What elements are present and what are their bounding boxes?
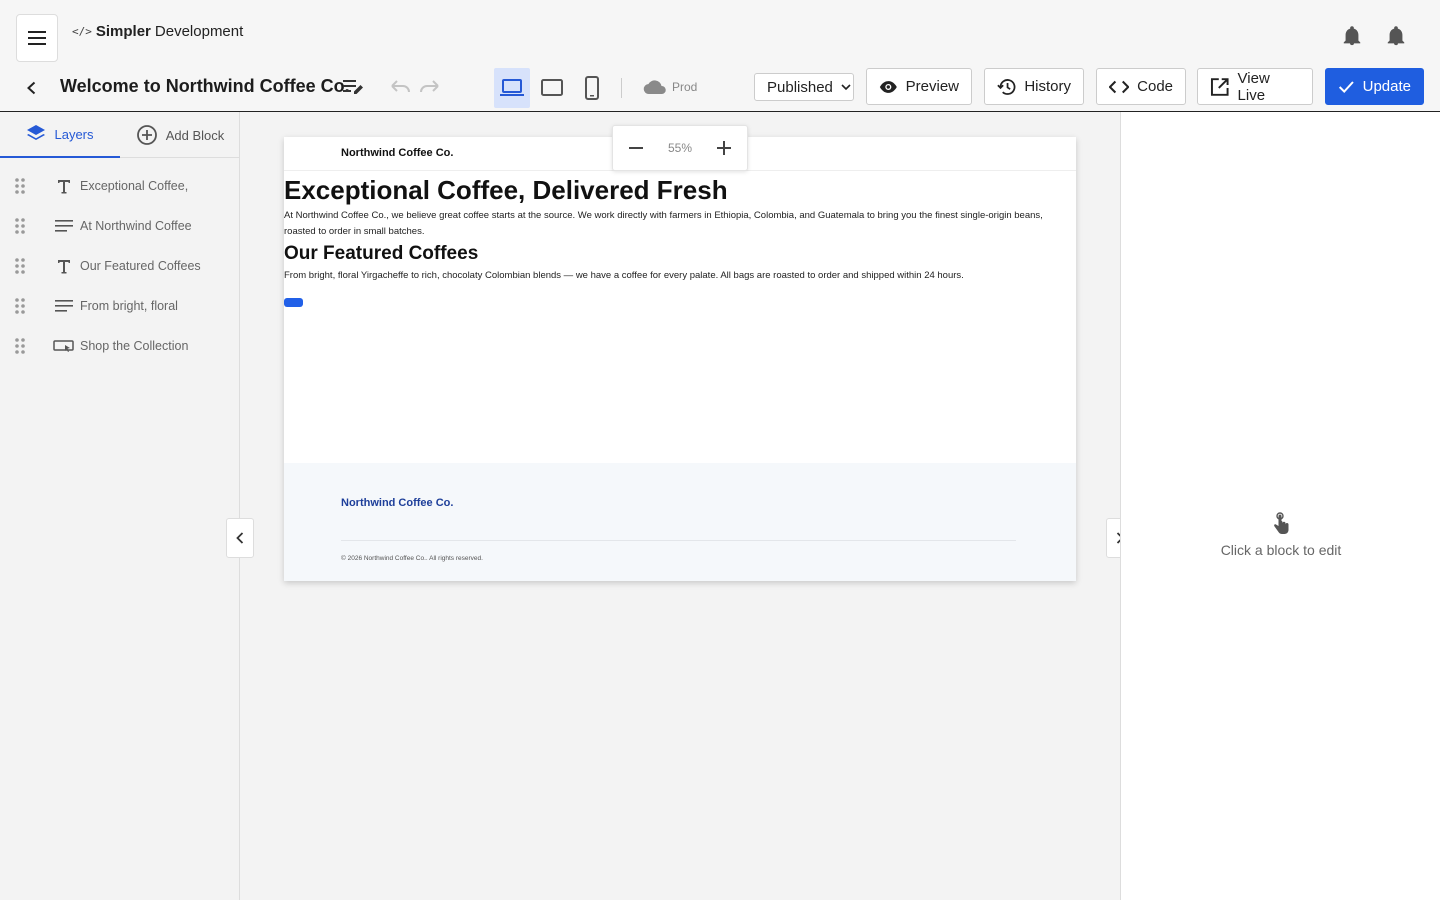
- view-live-label: View Live: [1237, 69, 1270, 104]
- history-icon: [997, 78, 1016, 95]
- code-brackets-icon: </>: [72, 25, 92, 38]
- update-button[interactable]: Update: [1325, 68, 1424, 105]
- zoom-out-button[interactable]: [613, 125, 658, 171]
- hint-text: Click a block to edit: [1220, 542, 1342, 558]
- code-label: Code: [1137, 78, 1173, 95]
- collapse-left-panel-button[interactable]: [226, 518, 254, 558]
- tablet-icon: [541, 79, 563, 96]
- chevron-left-icon: [27, 81, 36, 95]
- tab-layers-label: Layers: [54, 126, 94, 142]
- drag-handle-icon[interactable]: [14, 217, 26, 235]
- publish-status-value: Published: [767, 78, 833, 96]
- brand-workspace: Development: [154, 23, 244, 40]
- footer-copyright: © 2026 Northwind Coffee Co.. All rights …: [341, 555, 483, 562]
- layer-label: Our Featured Coffees: [80, 259, 201, 273]
- layer-item[interactable]: Exceptional Coffee,: [0, 166, 239, 206]
- check-icon: [1338, 80, 1354, 93]
- chevron-down-icon: [841, 84, 851, 91]
- touch-pointer-icon: [1121, 512, 1440, 536]
- environment-indicator: Prod: [642, 78, 697, 96]
- tab-add-block[interactable]: Add Block: [120, 112, 240, 158]
- external-link-icon: [1210, 77, 1229, 96]
- properties-panel: Click a block to edit: [1120, 112, 1440, 900]
- alerts-bell-icon[interactable]: [1385, 25, 1407, 47]
- back-button[interactable]: [20, 76, 44, 100]
- layer-label: From bright, floral: [80, 299, 178, 313]
- page-preview-frame[interactable]: Northwind Coffee Co. Exceptional Coffee,…: [284, 137, 1076, 581]
- notifications-bell-icon[interactable]: [1341, 25, 1363, 47]
- code-icon: [1109, 80, 1130, 93]
- view-live-button[interactable]: View Live: [1197, 68, 1313, 105]
- drag-handle-icon[interactable]: [14, 257, 26, 275]
- phone-icon: [585, 76, 599, 100]
- tab-add-block-label: Add Block: [165, 127, 225, 143]
- paragraph-type-icon: [53, 219, 75, 233]
- brand-name: Simpler: [95, 23, 151, 40]
- history-button[interactable]: History: [984, 68, 1084, 105]
- empty-selection-hint: Click a block to edit: [1121, 512, 1440, 558]
- app-brand[interactable]: </> Simpler Development: [72, 23, 243, 40]
- laptop-icon: [500, 79, 524, 96]
- publish-status-select[interactable]: Published: [754, 73, 854, 101]
- code-button[interactable]: Code: [1096, 68, 1186, 105]
- chevron-left-icon: [236, 532, 244, 544]
- hero-paragraph-block[interactable]: At Northwind Coffee Co., we believe grea…: [284, 208, 1054, 240]
- cloud-icon: [643, 80, 666, 95]
- zoom-control: 55%: [612, 125, 748, 171]
- zoom-in-button[interactable]: [702, 125, 747, 171]
- left-panel-tabs: Layers Add Block: [0, 112, 239, 158]
- layer-label: Exceptional Coffee,: [80, 179, 189, 193]
- site-footer[interactable]: Northwind Coffee Co. © 2026 Northwind Co…: [284, 463, 1076, 581]
- footer-divider: [341, 540, 1016, 541]
- preview-button[interactable]: Preview: [866, 68, 972, 105]
- history-label: History: [1024, 78, 1071, 95]
- minus-icon: [628, 147, 643, 149]
- button-type-icon: [53, 339, 75, 353]
- heading-type-icon: [53, 178, 75, 194]
- top-bar: </> Simpler Development Welcome to North…: [0, 0, 1440, 112]
- editor-toolbar: Welcome to Northwind Coffee Co. Prod Pub…: [0, 66, 1440, 108]
- layer-label: Shop the Collection: [80, 339, 189, 353]
- plus-icon: [717, 141, 732, 155]
- layers-icon: [27, 125, 46, 140]
- desktop-view-button[interactable]: [494, 68, 530, 108]
- undo-icon[interactable]: [388, 77, 412, 102]
- paragraph-type-icon: [53, 299, 75, 313]
- zoom-level: 55%: [667, 141, 693, 155]
- toolbar-divider: [621, 78, 622, 98]
- menu-icon: [28, 31, 46, 45]
- hamburger-menu-button[interactable]: [16, 14, 58, 62]
- layer-item[interactable]: From bright, floral: [0, 286, 239, 326]
- eye-icon: [879, 80, 897, 93]
- environment-label: Prod: [672, 80, 698, 94]
- edit-title-icon[interactable]: [342, 77, 364, 102]
- tablet-view-button[interactable]: [538, 72, 566, 104]
- left-panel: Layers Add Block Exceptional Coffee, At …: [0, 112, 240, 900]
- editor-canvas[interactable]: Northwind Coffee Co. Exceptional Coffee,…: [240, 112, 1120, 900]
- site-logo[interactable]: Northwind Coffee Co.: [341, 147, 453, 159]
- layer-label: At Northwind Coffee: [80, 219, 192, 233]
- featured-heading-block[interactable]: Our Featured Coffees: [284, 243, 478, 265]
- heading-type-icon: [53, 258, 75, 274]
- layer-list: Exceptional Coffee, At Northwind Coffee …: [0, 158, 239, 366]
- drag-handle-icon[interactable]: [14, 177, 26, 195]
- tab-layers[interactable]: Layers: [0, 112, 120, 158]
- drag-handle-icon[interactable]: [14, 297, 26, 315]
- preview-label: Preview: [905, 78, 959, 95]
- shop-collection-button-block[interactable]: [284, 298, 303, 307]
- page-title: Welcome to Northwind Coffee Co.: [60, 76, 350, 96]
- add-circle-icon: [136, 125, 157, 145]
- featured-paragraph-block[interactable]: From bright, floral Yirgacheffe to rich,…: [284, 270, 1064, 281]
- redo-icon[interactable]: [418, 77, 442, 102]
- mobile-view-button[interactable]: [580, 72, 604, 104]
- update-label: Update: [1362, 78, 1411, 95]
- layer-item[interactable]: At Northwind Coffee: [0, 206, 239, 246]
- drag-handle-icon[interactable]: [14, 337, 26, 355]
- hero-heading-block[interactable]: Exceptional Coffee, Delivered Fresh: [284, 175, 728, 206]
- layer-item[interactable]: Shop the Collection: [0, 326, 239, 366]
- layer-item[interactable]: Our Featured Coffees: [0, 246, 239, 286]
- footer-brand: Northwind Coffee Co.: [341, 497, 454, 509]
